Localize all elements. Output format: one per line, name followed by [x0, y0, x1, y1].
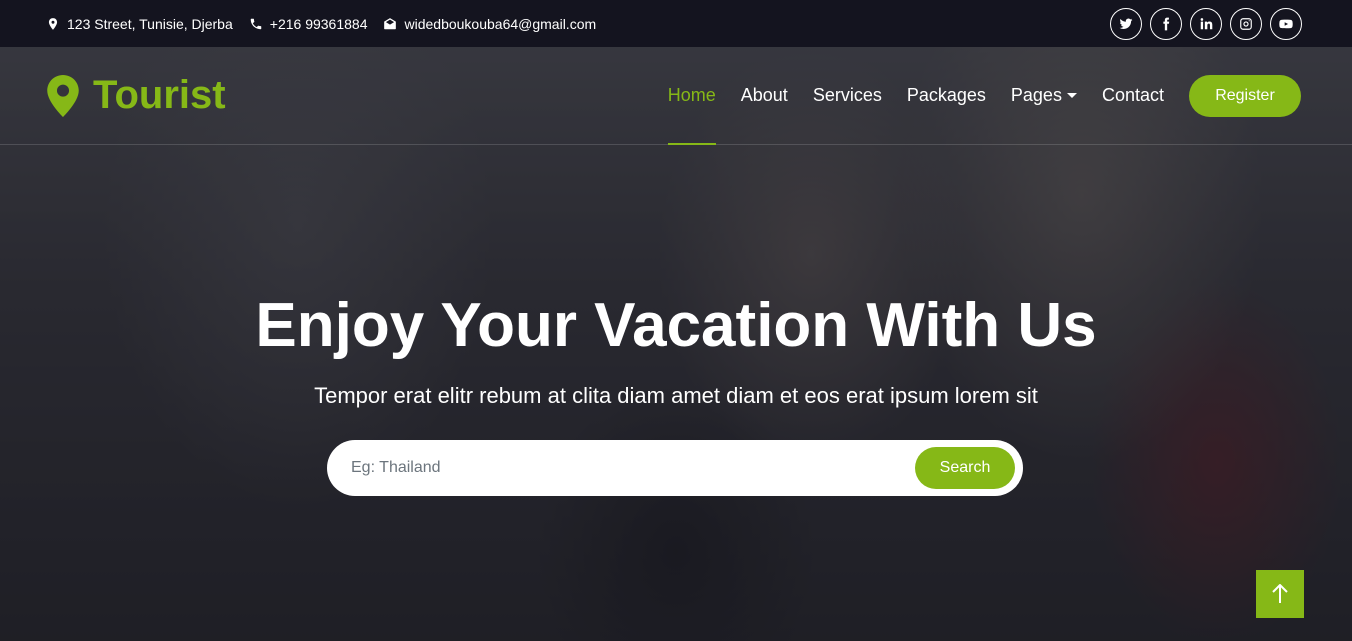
facebook-link[interactable] [1150, 7, 1182, 40]
phone-contact: +216 99361884 [249, 15, 368, 32]
youtube-icon [1279, 19, 1293, 28]
hero-section: Tourist Home About Services Packages Pag… [0, 47, 1352, 641]
contact-info: 123 Street, Tunisie, Djerba +216 9936188… [46, 16, 596, 32]
youtube-link[interactable] [1270, 7, 1302, 40]
nav-item-home[interactable]: Home [667, 47, 716, 145]
caret-down-icon [1066, 93, 1077, 98]
phone-icon [250, 18, 262, 29]
hero-subtitle: Tempor erat elitr rebum at clita diam am… [314, 383, 1038, 408]
envelope-open-icon [384, 17, 397, 29]
arrow-up-icon [1272, 584, 1288, 603]
nav-item-packages[interactable]: Packages [907, 47, 986, 145]
register-button[interactable]: Register [1189, 74, 1301, 117]
back-to-top-button[interactable] [1256, 570, 1304, 618]
nav-item-pages-label: Pages [1010, 85, 1062, 105]
email-contact: widedboukouba64@gmail.com [383, 16, 596, 32]
search-button[interactable]: Search [915, 447, 1015, 489]
social-links [1110, 7, 1302, 40]
brand-name: Tourist [93, 73, 226, 117]
hero-title: Enjoy Your Vacation With Us [255, 291, 1097, 360]
nav-item-about[interactable]: About [741, 47, 788, 145]
brand-logo[interactable]: Tourist [47, 73, 226, 118]
nav-item-contact[interactable]: Contact [1102, 47, 1164, 145]
destination-search: Search [327, 440, 1023, 496]
search-input[interactable] [351, 459, 915, 477]
email-text: widedboukouba64@gmail.com [404, 15, 597, 32]
nav-item-services[interactable]: Services [813, 47, 882, 145]
nav-menu: Home About Services Packages Pages Conta… [667, 47, 1301, 145]
nav-item-pages[interactable]: Pages [1011, 47, 1077, 145]
twitter-link[interactable] [1110, 7, 1142, 40]
linkedin-link[interactable] [1190, 7, 1222, 40]
linkedin-icon [1200, 17, 1213, 29]
address-text: 123 Street, Tunisie, Djerba [67, 15, 233, 32]
twitter-icon [1119, 18, 1133, 29]
instagram-link[interactable] [1230, 7, 1262, 40]
facebook-icon [1163, 17, 1170, 30]
address-contact: 123 Street, Tunisie, Djerba [46, 16, 233, 32]
phone-text: +216 99361884 [269, 15, 368, 32]
main-navbar: Tourist Home About Services Packages Pag… [0, 47, 1352, 145]
instagram-icon [1240, 17, 1252, 30]
map-marker-icon [47, 74, 79, 117]
top-bar: 123 Street, Tunisie, Djerba +216 9936188… [0, 0, 1352, 47]
map-marker-icon [48, 17, 58, 30]
